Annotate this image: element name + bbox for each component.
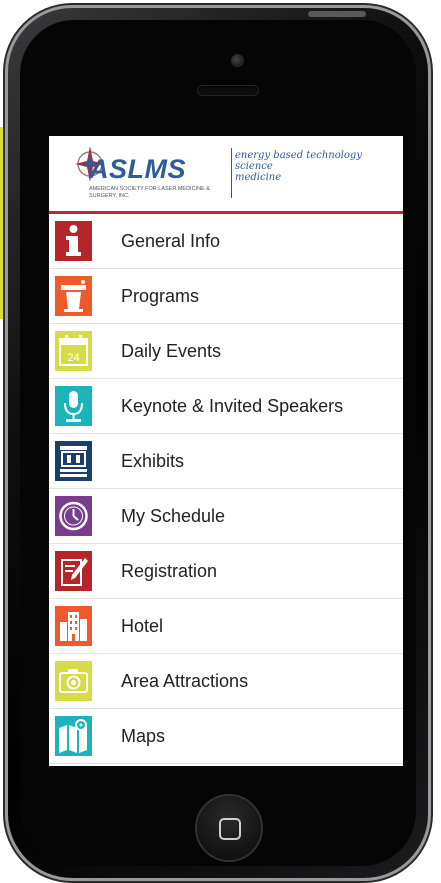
microphone-icon	[55, 386, 92, 426]
front-camera	[231, 54, 244, 67]
home-square-icon	[219, 818, 241, 840]
info-icon	[55, 221, 92, 261]
tagline-line-2: science	[235, 161, 273, 172]
clock-icon	[55, 496, 92, 536]
map-icon	[55, 716, 92, 756]
menu-label: Daily Events	[121, 340, 222, 361]
menu-label: Area Attractions	[121, 670, 249, 691]
calendar-day-text: 24	[67, 352, 79, 364]
tagline-line-3: medicine	[235, 172, 282, 183]
page-accent-bar	[0, 127, 6, 319]
menu-item-general-info[interactable]: General Info	[49, 214, 403, 269]
power-button	[308, 11, 366, 17]
camera-icon	[55, 661, 92, 701]
home-button[interactable]	[197, 796, 261, 860]
aslms-logo: ASLMS American Society for Laser Medicin…	[73, 144, 241, 204]
menu-item-my-schedule[interactable]: My Schedule	[49, 489, 403, 544]
logo-subtitle: American Society for Laser Medicine & Su…	[89, 186, 210, 199]
menu-item-daily-events[interactable]: 24 Daily Events	[49, 324, 403, 379]
menu-label: Hotel	[121, 615, 164, 636]
menu-label: Keynote & Invited Speakers	[121, 395, 344, 416]
earpiece-speaker	[198, 86, 258, 95]
calendar-icon: 24	[55, 331, 92, 371]
tagline-line-1: energy based technology	[235, 150, 362, 161]
menu-item-area-attractions[interactable]: Area Attractions	[49, 654, 403, 709]
menu-label: Programs	[121, 285, 200, 306]
podium-icon	[55, 276, 92, 316]
menu-item-maps[interactable]: Maps	[49, 709, 403, 764]
building-icon	[55, 606, 92, 646]
app-screen: ASLMS American Society for Laser Medicin…	[49, 136, 403, 766]
logo-wordmark: ASLMS	[89, 154, 186, 184]
menu-item-keynote-speakers[interactable]: Keynote & Invited Speakers	[49, 379, 403, 434]
app-header: ASLMS American Society for Laser Medicin…	[49, 136, 403, 214]
exhibit-booth-icon	[55, 441, 92, 481]
menu-label: Registration	[121, 560, 218, 581]
main-menu: General Info Programs 24 Daily Events Ke…	[49, 214, 403, 764]
header-divider	[231, 148, 232, 198]
menu-item-registration[interactable]: Registration	[49, 544, 403, 599]
menu-label: My Schedule	[121, 505, 226, 526]
menu-label: General Info	[121, 230, 221, 251]
pencil-form-icon	[55, 551, 92, 591]
menu-label: Exhibits	[121, 450, 185, 471]
tagline: energy based technology science medicine	[235, 150, 362, 183]
menu-label: Maps	[121, 725, 166, 746]
menu-item-hotel[interactable]: Hotel	[49, 599, 403, 654]
menu-item-exhibits[interactable]: Exhibits	[49, 434, 403, 489]
menu-item-programs[interactable]: Programs	[49, 269, 403, 324]
